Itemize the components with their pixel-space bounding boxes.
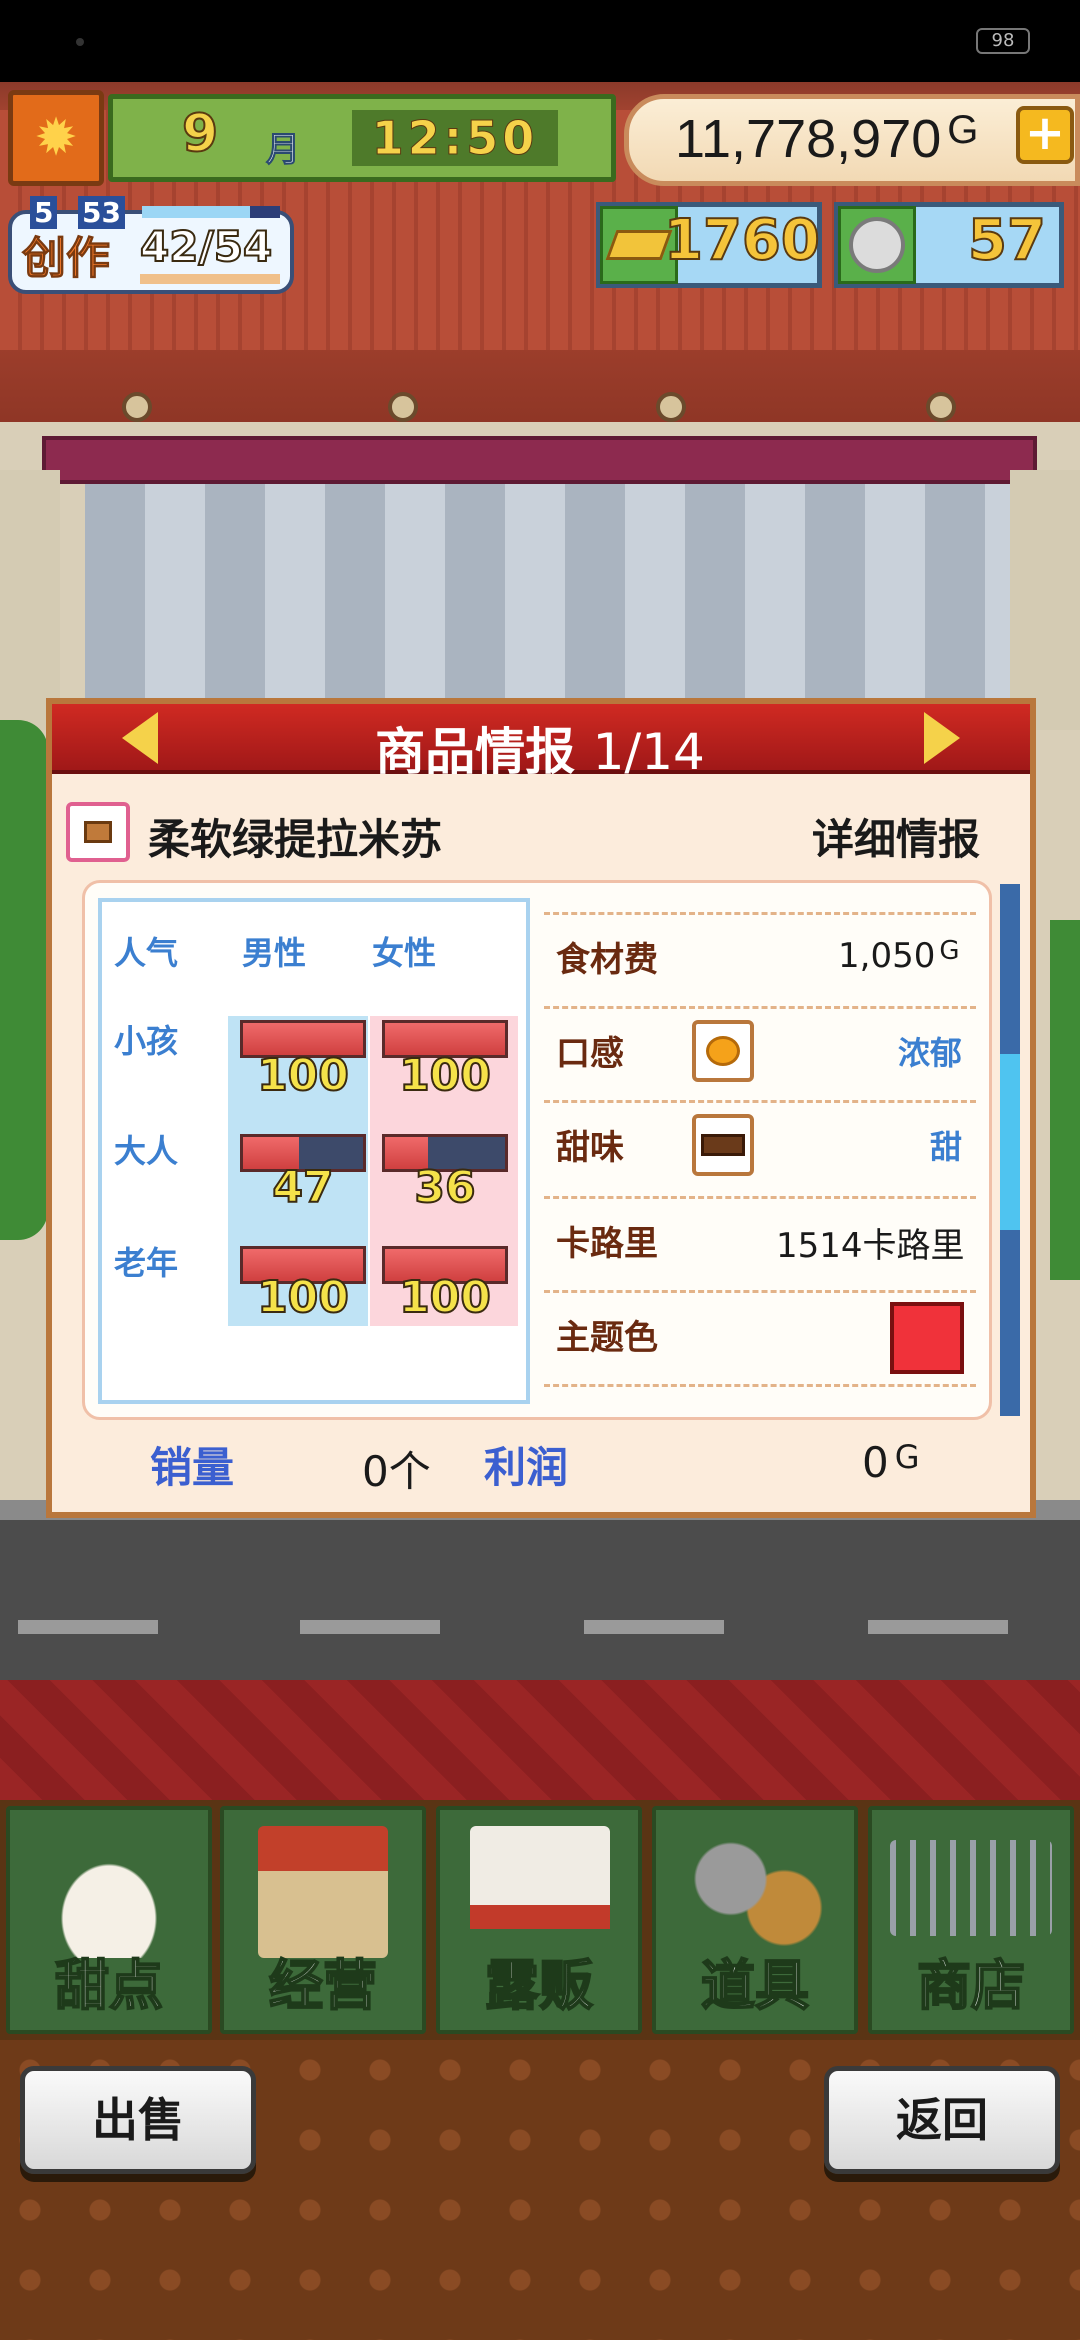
female-header: 女性: [372, 934, 437, 972]
camera-dot: [76, 38, 84, 46]
cost-value: 1,050 G: [838, 936, 960, 976]
create-exp-fill: [142, 206, 250, 218]
nav-store-label: 商店: [916, 1953, 1026, 2018]
pillar: [0, 470, 60, 730]
cake-icon: [28, 1826, 190, 1958]
profit-value: 0G: [862, 1438, 920, 1487]
divider: [544, 1006, 976, 1009]
sell-button-label: 出售: [92, 2093, 184, 2147]
cost-label: 食材费: [556, 940, 658, 980]
silver-value: 57: [967, 207, 1047, 274]
pillar: [1010, 470, 1080, 730]
roof-lamp: [122, 392, 152, 422]
male-header: 男性: [242, 934, 307, 972]
popularity-value: 100: [398, 1271, 492, 1324]
nav-stall-label: 露贩: [484, 1953, 594, 2018]
tree: [0, 720, 48, 1240]
nav-manage-button[interactable]: 经营: [220, 1806, 426, 2034]
month-number: 9: [181, 103, 219, 165]
month-label: 月: [266, 130, 301, 171]
nav-dessert-button[interactable]: 甜点: [6, 1806, 212, 2034]
row-label-senior: 老年: [114, 1244, 179, 1282]
texture-icon: [692, 1020, 754, 1082]
popularity-value: 100: [398, 1049, 492, 1102]
item-name: 柔软绿提拉米苏: [148, 815, 443, 864]
money-value: 11,778,970 G: [675, 108, 979, 169]
roof-lamp: [388, 392, 418, 422]
create-progress-bar: [140, 274, 280, 284]
divider: [544, 1384, 976, 1387]
shop-building-icon: [258, 1826, 388, 1958]
popularity-value: 100: [256, 1271, 350, 1324]
divider: [544, 1290, 976, 1293]
calorie-label: 卡路里: [556, 1224, 658, 1264]
detail-info-button[interactable]: 详细情报: [812, 806, 980, 867]
sweetness-icon: [692, 1114, 754, 1176]
profit-label: 利润: [484, 1443, 569, 1492]
sales-label: 销量: [150, 1443, 235, 1492]
maple-leaf-icon[interactable]: ✹: [8, 90, 104, 186]
nav-items-label: 道具: [700, 1953, 810, 2018]
road-marking: [584, 1620, 724, 1634]
carpet-pattern: [0, 1680, 1080, 1800]
popularity-header: 人气: [114, 934, 179, 972]
row-label-child: 小孩: [114, 1022, 179, 1060]
food-truck-icon: [470, 1826, 610, 1958]
silver-coin-icon: [838, 206, 916, 284]
cost-unit: G: [939, 936, 960, 966]
popularity-value: 47: [271, 1161, 334, 1214]
sweetness-label: 甜味: [556, 1128, 624, 1168]
scrollbar-thumb[interactable]: [1000, 1054, 1020, 1230]
create-value: 42/54: [139, 221, 273, 272]
shopping-cart-icon: [890, 1840, 1052, 1936]
gold-value: 1760: [663, 207, 821, 274]
shop-awning: [42, 436, 1037, 484]
sweetness-value: 甜: [930, 1128, 963, 1166]
texture-value: 浓郁: [898, 1034, 963, 1072]
divider: [544, 1100, 976, 1103]
back-button-label: 返回: [896, 2093, 988, 2147]
sell-button[interactable]: 出售: [20, 2066, 256, 2174]
nav-stall-button[interactable]: 露贩: [436, 1806, 642, 2034]
divider: [544, 912, 976, 915]
theme-color-label: 主题色: [556, 1318, 658, 1358]
status-bar: [0, 0, 1080, 82]
back-button[interactable]: 返回: [824, 2066, 1060, 2174]
texture-label: 口感: [556, 1034, 624, 1074]
road-marking: [300, 1620, 440, 1634]
theme-color-swatch: [890, 1302, 964, 1374]
calorie-value: 1514卡路里: [776, 1226, 965, 1266]
game-clock: 12:50: [352, 110, 558, 166]
divider: [544, 1196, 976, 1199]
dialog-title: 商品情报 1/14: [375, 723, 705, 781]
create-label: 创作: [22, 233, 111, 285]
profit-unit: G: [894, 1438, 920, 1476]
nav-items-button[interactable]: 道具: [652, 1806, 858, 2034]
tree: [1050, 920, 1080, 1280]
road-marking: [18, 1620, 158, 1634]
nav-store-button[interactable]: 商店: [868, 1806, 1074, 2034]
dialog-page: 1/14: [592, 723, 705, 781]
popularity-value: 100: [256, 1049, 350, 1102]
nav-dessert-label: 甜点: [54, 1953, 164, 2018]
money-unit: G: [947, 108, 979, 152]
battery-indicator: 98: [976, 28, 1030, 54]
dessert-icon: [66, 802, 130, 862]
roof-lamp: [656, 392, 686, 422]
sales-value: 0个: [362, 1447, 431, 1496]
add-money-button[interactable]: +: [1016, 106, 1074, 164]
roof-lamp: [926, 392, 956, 422]
row-label-adult: 大人: [114, 1132, 179, 1170]
gear-bag-icon: [674, 1826, 836, 1958]
road-marking: [868, 1620, 1008, 1634]
popularity-value: 36: [413, 1161, 476, 1214]
nav-manage-label: 经营: [268, 1953, 378, 2018]
